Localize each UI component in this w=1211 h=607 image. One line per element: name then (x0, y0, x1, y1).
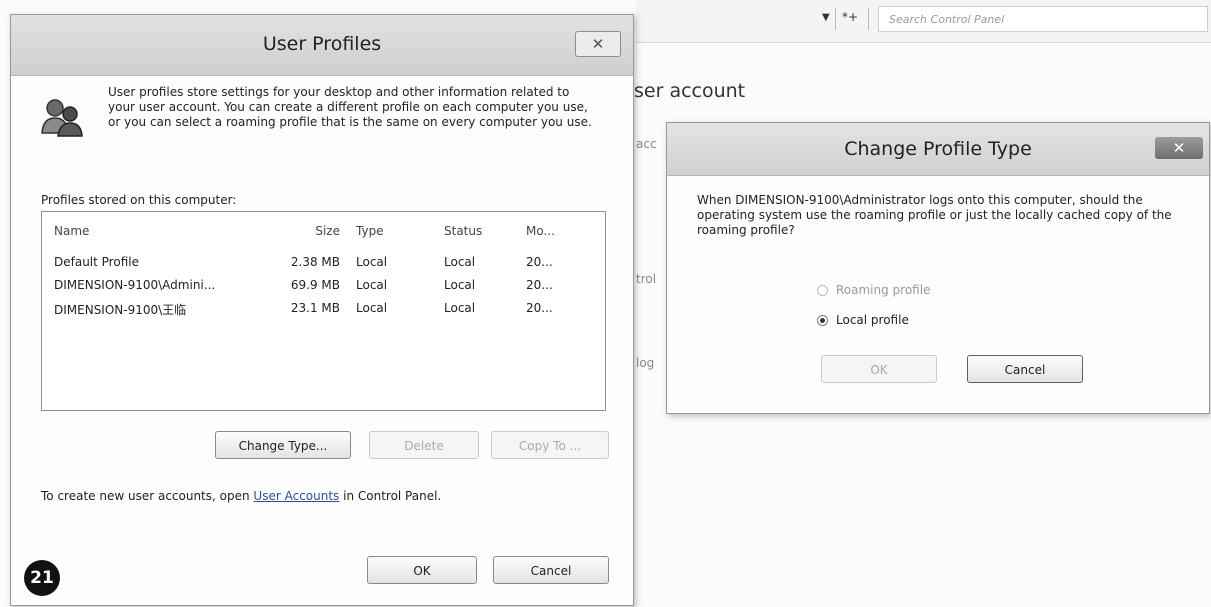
dialog-titlebar[interactable]: Change Profile Type ✕ (667, 123, 1209, 176)
address-dropdown-arrow-icon[interactable]: ▼ (822, 12, 830, 23)
toolbar-separator (868, 8, 869, 30)
profile-modified: 20... (526, 255, 553, 269)
profile-type: Local (356, 255, 388, 269)
dialog-title: User Profiles (262, 33, 382, 55)
ok-button[interactable]: OK (367, 556, 477, 584)
page-heading: ser account (634, 80, 746, 102)
close-button[interactable]: ✕ (1155, 137, 1203, 159)
figure-number-badge: 21 (24, 560, 60, 596)
profile-type: Local (356, 301, 388, 315)
profile-row[interactable]: Default Profile 2.38 MB Local Local 20..… (42, 255, 605, 273)
column-header-modified[interactable]: Mo... (526, 224, 555, 238)
roaming-profile-radio[interactable] (817, 285, 828, 296)
background-text-fragment: log (636, 356, 655, 370)
hint-text: in Control Panel. (339, 489, 442, 503)
copy-to-button[interactable]: Copy To ... (491, 431, 609, 459)
profile-size: 2.38 MB (290, 255, 340, 269)
column-header-name[interactable]: Name (54, 224, 89, 238)
profiles-list-label: Profiles stored on this computer: (41, 193, 237, 207)
local-profile-option[interactable]: Local profile (817, 313, 909, 327)
roaming-profile-label: Roaming profile (836, 283, 931, 297)
change-type-button[interactable]: Change Type... (215, 431, 351, 459)
users-icon (41, 99, 83, 137)
cancel-button[interactable]: Cancel (493, 556, 609, 584)
column-header-size[interactable]: Size (278, 224, 340, 238)
dialog-description: User profiles store settings for your de… (108, 85, 592, 129)
search-control-panel-input[interactable]: Search Control Panel (878, 6, 1208, 32)
column-header-type[interactable]: Type (356, 224, 384, 238)
profile-modified: 20... (526, 301, 553, 315)
dialog-title: Change Profile Type (844, 138, 1032, 160)
refresh-icon[interactable]: *+ (842, 10, 858, 24)
delete-button[interactable]: Delete (369, 431, 479, 459)
cancel-button[interactable]: Cancel (967, 355, 1083, 383)
profiles-list[interactable]: Name Size Type Status Mo... Default Prof… (41, 211, 606, 411)
profile-row[interactable]: DIMENSION-9100\王临 23.1 MB Local Local 20… (42, 301, 605, 319)
create-accounts-hint: To create new user accounts, open User A… (41, 489, 441, 503)
profile-name: DIMENSION-9100\王临 (54, 303, 187, 317)
background-text-fragment: trol (636, 272, 657, 286)
user-accounts-link[interactable]: User Accounts (253, 489, 339, 503)
profile-row[interactable]: DIMENSION-9100\Admini... 69.9 MB Local L… (42, 278, 605, 296)
hint-text: To create new user accounts, open (41, 489, 254, 503)
profile-status: Local (444, 301, 476, 315)
ok-button[interactable]: OK (821, 355, 937, 383)
profile-name: Default Profile (54, 255, 139, 269)
change-profile-type-dialog: Change Profile Type ✕ When DIMENSION-910… (666, 122, 1210, 414)
dialog-message: When DIMENSION-9100\Administrator logs o… (697, 193, 1172, 237)
profile-modified: 20... (526, 278, 553, 292)
local-profile-label: Local profile (836, 313, 909, 327)
profile-type: Local (356, 278, 388, 292)
user-profiles-dialog: User Profiles ✕ User profiles store sett… (10, 14, 634, 606)
dialog-titlebar[interactable]: User Profiles ✕ (11, 15, 633, 76)
roaming-profile-option[interactable]: Roaming profile (817, 283, 930, 297)
background-text-fragment: acc (636, 137, 657, 151)
profile-status: Local (444, 278, 476, 292)
profile-name: DIMENSION-9100\Admini... (54, 278, 216, 292)
profile-status: Local (444, 255, 476, 269)
list-header: Name Size Type Status Mo... (42, 224, 605, 242)
profile-size: 23.1 MB (290, 301, 340, 315)
toolbar-separator (835, 8, 836, 30)
column-header-status[interactable]: Status (444, 224, 482, 238)
close-button[interactable]: ✕ (575, 31, 621, 57)
local-profile-radio[interactable] (817, 315, 828, 326)
profile-size: 69.9 MB (290, 278, 340, 292)
